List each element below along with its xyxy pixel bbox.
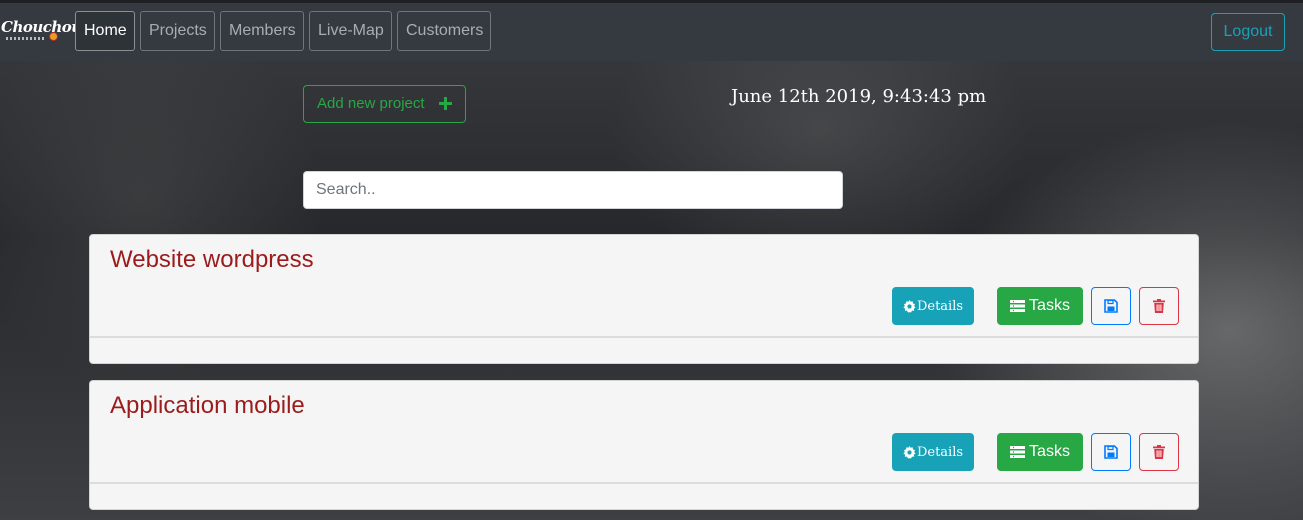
- details-label: Details: [916, 444, 964, 460]
- plus-icon: [439, 97, 452, 110]
- list-icon: [1010, 300, 1026, 312]
- delete-button[interactable]: [1139, 433, 1179, 471]
- nav-item-home[interactable]: Home: [75, 11, 135, 51]
- brand-logo[interactable]: Chouchou: [0, 17, 82, 47]
- tasks-label: Tasks: [1029, 443, 1070, 460]
- current-datetime: June 12th 2019, 9:43:43 pm: [731, 86, 987, 107]
- navbar: Chouchou Home Projects Members Live-Map …: [0, 3, 1303, 61]
- project-title[interactable]: Website wordpress: [110, 246, 314, 274]
- list-icon: [1010, 446, 1026, 458]
- nav-item-members[interactable]: Members: [220, 11, 304, 51]
- save-button[interactable]: [1091, 287, 1131, 325]
- details-button[interactable]: Details: [892, 433, 974, 471]
- gear-icon: [903, 445, 916, 459]
- search-input[interactable]: [303, 171, 843, 209]
- save-button[interactable]: [1091, 433, 1131, 471]
- gear-icon: [903, 299, 916, 313]
- save-icon: [1104, 299, 1118, 313]
- tasks-button[interactable]: Tasks: [997, 287, 1083, 325]
- details-button[interactable]: Details: [892, 287, 974, 325]
- project-card: Website wordpress Details Tasks: [89, 234, 1199, 364]
- trash-icon: [1153, 299, 1165, 313]
- logo-text: Chouchou: [1, 18, 82, 36]
- details-label: Details: [916, 298, 964, 314]
- project-card: Application mobile Details Tasks: [89, 380, 1199, 510]
- nav-item-projects[interactable]: Projects: [140, 11, 215, 51]
- card-footer: [90, 482, 1198, 509]
- nav-item-live-map[interactable]: Live-Map: [309, 11, 392, 51]
- delete-button[interactable]: [1139, 287, 1179, 325]
- trash-icon: [1153, 445, 1165, 459]
- nav-item-customers[interactable]: Customers: [397, 11, 491, 51]
- add-project-label: Add new project: [317, 95, 425, 112]
- project-title[interactable]: Application mobile: [110, 392, 305, 420]
- tasks-label: Tasks: [1029, 297, 1070, 314]
- add-project-button[interactable]: Add new project: [303, 85, 466, 123]
- card-footer: [90, 336, 1198, 363]
- logout-button[interactable]: Logout: [1211, 13, 1285, 51]
- save-icon: [1104, 445, 1118, 459]
- tasks-button[interactable]: Tasks: [997, 433, 1083, 471]
